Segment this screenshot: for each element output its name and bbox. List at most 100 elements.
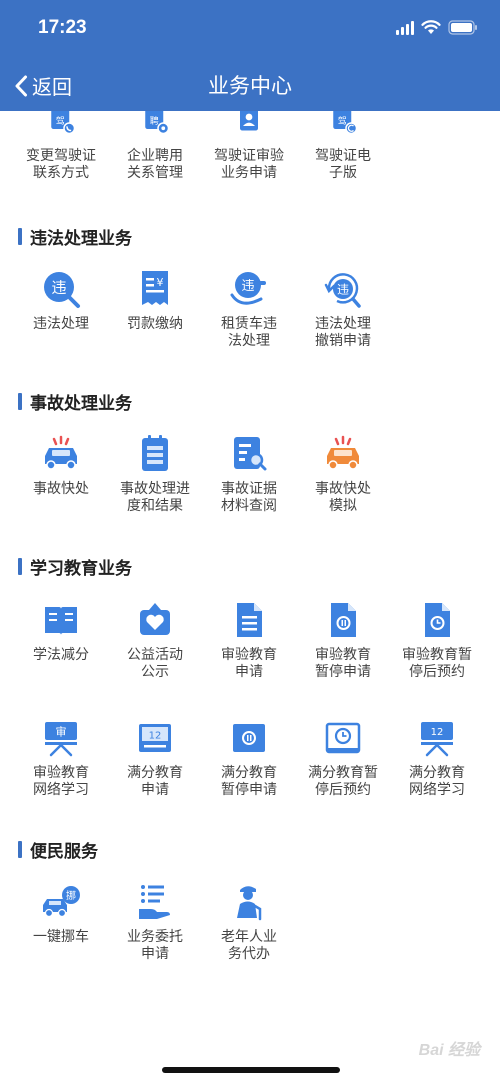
- service-label: 满分教育暂 停后预约: [308, 765, 378, 798]
- service-label: 事故处理进 度和结果: [120, 481, 190, 514]
- employment-icon: 聘: [145, 111, 170, 135]
- document-icon: [237, 603, 262, 637]
- service-item[interactable]: 公益活动 公示: [106, 600, 204, 681]
- delegate-hand-icon: [139, 885, 170, 919]
- service-item[interactable]: 违 违法处理 撤销申请: [294, 269, 392, 350]
- service-item[interactable]: 满分教育 暂停申请: [200, 718, 298, 799]
- wifi-icon: [421, 20, 441, 34]
- service-label: 事故证据 材料查阅: [221, 481, 277, 514]
- license-review-icon: [240, 111, 258, 131]
- service-item[interactable]: 驾 变更驾驶证 联系方式: [12, 111, 110, 182]
- service-item[interactable]: 满分教育暂 停后预约: [294, 718, 392, 799]
- service-label: 驾驶证审验 业务申请: [214, 148, 284, 181]
- svg-text:聘: 聘: [150, 115, 159, 127]
- service-item[interactable]: 事故处理进 度和结果: [106, 434, 204, 515]
- service-label: 满分教育 申请: [127, 765, 183, 798]
- svg-text:12: 12: [149, 731, 162, 742]
- service-label: 老年人业 务代办: [221, 929, 277, 962]
- calendar-12-icon: 12: [139, 724, 171, 752]
- service-label: 审验教育 暂停申请: [315, 647, 371, 680]
- service-item[interactable]: 12 满分教育 网络学习: [388, 718, 486, 799]
- document-pause-icon: [331, 603, 356, 637]
- service-label: 学法减分: [33, 647, 89, 663]
- service-label: 满分教育 网络学习: [409, 765, 465, 798]
- service-label: 审验教育 申请: [221, 647, 277, 680]
- rental-violation-icon: 违: [230, 272, 266, 305]
- screen-pause-icon: [233, 724, 265, 752]
- svg-text:挪: 挪: [66, 889, 76, 902]
- section-title-education: 学习教育业务: [18, 555, 132, 579]
- service-item[interactable]: 事故证据 材料查阅: [200, 434, 298, 515]
- document-clock-icon: [425, 603, 450, 637]
- svg-text:12: 12: [431, 727, 444, 738]
- service-label: 满分教育 暂停申请: [221, 765, 277, 798]
- status-icons: [396, 20, 478, 35]
- home-indicator[interactable]: [162, 1067, 340, 1073]
- service-label: 租赁车违 法处理: [221, 316, 277, 349]
- service-item[interactable]: 审 审验教育 网络学习: [12, 718, 110, 799]
- screen-shen-icon: 审: [45, 722, 77, 757]
- section-title-convenience: 便民服务: [18, 838, 98, 862]
- content-area: 驾 变更驾驶证 联系方式 聘 企业聘用 关系管理 驾驶证审验 业务申请 驾 驾驶…: [0, 111, 500, 1063]
- service-label: 事故快处: [33, 481, 89, 497]
- svg-text:驾: 驾: [338, 116, 347, 127]
- service-item[interactable]: 审验教育 申请: [200, 600, 298, 681]
- service-label: 企业聘用 关系管理: [127, 148, 183, 181]
- svg-text:驾: 驾: [56, 116, 65, 127]
- service-item[interactable]: 驾驶证审验 业务申请: [200, 111, 298, 182]
- book-icon: [45, 607, 77, 635]
- svg-text:违: 违: [337, 283, 349, 297]
- battery-icon: [448, 20, 477, 35]
- service-item[interactable]: ¥ 罚款缴纳: [106, 269, 204, 333]
- service-item[interactable]: 挪 一键挪车: [12, 882, 110, 946]
- violation-search-icon: 违: [44, 272, 80, 308]
- service-label: 罚款缴纳: [127, 316, 183, 332]
- fine-receipt-icon: ¥: [142, 271, 168, 305]
- service-item[interactable]: 违 租赁车违 法处理: [200, 269, 298, 350]
- svg-text:违: 违: [51, 279, 66, 297]
- service-item[interactable]: 事故快处: [12, 434, 110, 498]
- charity-heart-icon: [140, 603, 170, 635]
- service-item[interactable]: 12 满分教育 申请: [106, 718, 204, 799]
- license-phone-icon: 驾: [51, 111, 76, 135]
- screen-12-icon: 12: [421, 722, 453, 757]
- section-title-accident: 事故处理业务: [18, 390, 132, 414]
- accident-car-icon: [45, 435, 77, 470]
- service-label: 变更驾驶证 联系方式: [26, 148, 96, 181]
- service-item[interactable]: 违 违法处理: [12, 269, 110, 333]
- page-title: 业务中心: [208, 74, 292, 98]
- evidence-search-icon: [234, 437, 267, 471]
- svg-text:违: 违: [241, 279, 254, 294]
- service-label: 审验教育 网络学习: [33, 765, 89, 798]
- service-item[interactable]: 老年人业 务代办: [200, 882, 298, 963]
- service-item[interactable]: 审验教育 暂停申请: [294, 600, 392, 681]
- service-item[interactable]: 聘 企业聘用 关系管理: [106, 111, 204, 182]
- service-label: 公益活动 公示: [127, 647, 183, 680]
- move-car-icon: 挪: [43, 886, 80, 918]
- watermark: Bai 经验: [418, 1042, 480, 1059]
- accident-progress-icon: [142, 435, 168, 471]
- svg-text:¥: ¥: [157, 276, 164, 289]
- service-item[interactable]: 审验教育暂 停后预约: [388, 600, 486, 681]
- cellular-signal-icon: [396, 20, 414, 35]
- service-item[interactable]: 业务委托 申请: [106, 882, 204, 963]
- section-title-violation: 违法处理业务: [18, 225, 132, 249]
- status-time: 17:23: [38, 17, 87, 38]
- service-label: 一键挪车: [33, 929, 89, 945]
- service-label: 违法处理 撤销申请: [315, 316, 371, 349]
- e-license-icon: 驾: [333, 111, 358, 135]
- elderly-person-icon: [237, 886, 262, 921]
- service-label: 审验教育暂 停后预约: [402, 647, 472, 680]
- service-label: 事故快处 模拟: [315, 481, 371, 514]
- app-header: 17:23 返回 业务中心: [0, 0, 500, 111]
- service-item[interactable]: 学法减分: [12, 600, 110, 664]
- violation-revoke-icon: 违: [324, 273, 361, 308]
- service-item[interactable]: 驾 驾驶证电 子版: [294, 111, 392, 182]
- service-label: 违法处理: [33, 316, 89, 332]
- screen-clock-icon: [325, 722, 361, 754]
- accident-simulation-icon: [327, 435, 359, 470]
- service-label: 业务委托 申请: [127, 929, 183, 962]
- service-label: 驾驶证电 子版: [315, 148, 371, 181]
- service-item[interactable]: 事故快处 模拟: [294, 434, 392, 515]
- svg-text:审: 审: [56, 725, 67, 739]
